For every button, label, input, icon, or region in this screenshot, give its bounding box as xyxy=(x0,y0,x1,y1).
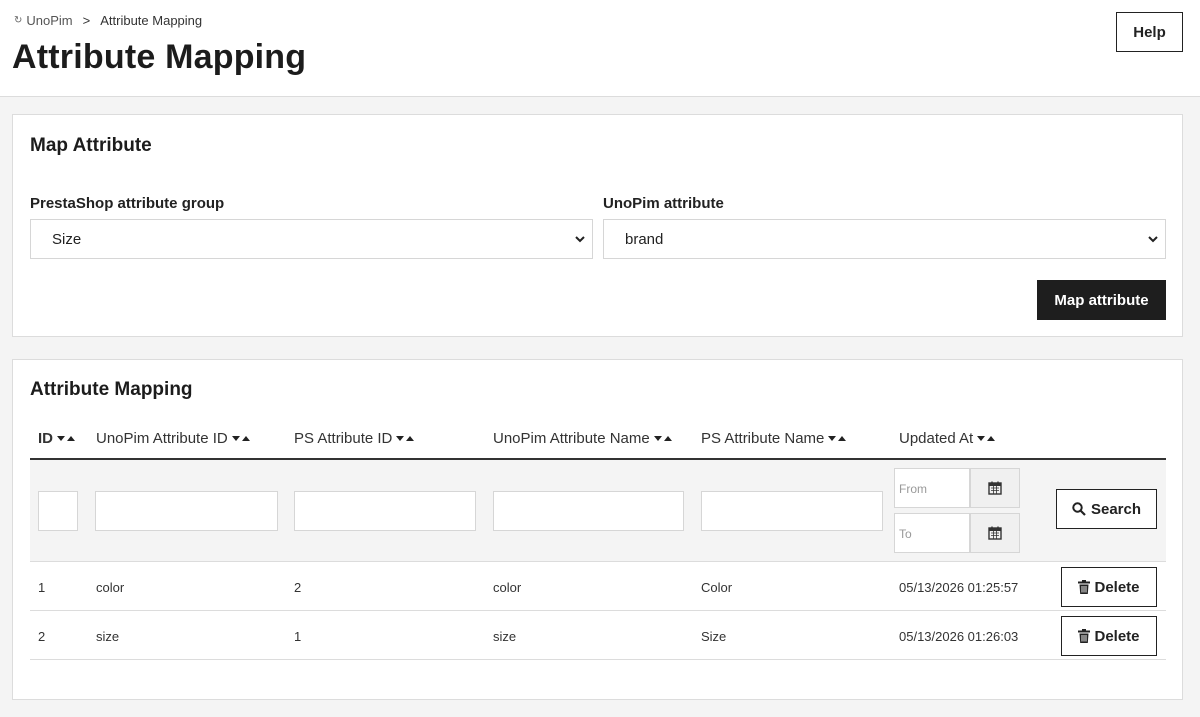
sort-arrows-icon[interactable] xyxy=(653,435,672,443)
attribute-mapping-card: Attribute Mapping ID UnoPim Attribute ID… xyxy=(12,359,1183,700)
unopim-attribute-select[interactable]: brand xyxy=(603,219,1166,259)
cell-id: 2 xyxy=(38,629,46,644)
column-header-updated-at[interactable]: Updated At xyxy=(899,430,996,447)
sort-arrows-icon[interactable] xyxy=(57,435,75,443)
sort-arrows-icon[interactable] xyxy=(231,435,250,443)
column-header-ps-attribute-id[interactable]: PS Attribute ID xyxy=(294,430,415,447)
search-icon xyxy=(1072,502,1086,516)
cell-updated-at: 05/13/2026 01:25:57 xyxy=(899,580,1019,595)
filter-ps-attribute-id-input[interactable] xyxy=(294,491,476,531)
filter-ps-attribute-name-input[interactable] xyxy=(701,491,883,531)
cell-unopim-attribute-id: color xyxy=(96,580,125,595)
column-header-unopim-attribute-name[interactable]: UnoPim Attribute Name xyxy=(493,430,672,447)
delete-button[interactable]: Delete xyxy=(1061,567,1157,607)
breadcrumb: ↻ UnoPim > Attribute Mapping xyxy=(14,13,202,28)
page-title: Attribute Mapping xyxy=(12,38,307,76)
unopim-attribute-value: brand xyxy=(625,231,664,248)
cell-updated-at: 05/13/2026 01:26:03 xyxy=(899,629,1019,644)
help-button[interactable]: Help xyxy=(1116,12,1183,52)
calendar-from-button[interactable] xyxy=(970,468,1020,508)
table-row: 2 size 1 size Size 05/13/2026 01:26:03 D… xyxy=(30,611,1166,660)
cell-ps-attribute-name: Color xyxy=(701,580,733,595)
unopim-attribute-label: UnoPim attribute xyxy=(603,195,724,212)
map-attribute-button[interactable]: Map attribute xyxy=(1037,280,1166,320)
map-attribute-card: Map Attribute PrestaShop attribute group… xyxy=(12,114,1183,337)
cell-unopim-attribute-name: color xyxy=(493,580,522,595)
trash-icon xyxy=(1078,580,1091,594)
calendar-icon xyxy=(988,526,1002,540)
chevron-down-icon xyxy=(1148,236,1158,243)
cell-id: 1 xyxy=(38,580,46,595)
filter-date-to-input[interactable]: To xyxy=(894,513,970,553)
prestashop-group-label: PrestaShop attribute group xyxy=(30,195,225,212)
map-attribute-title: Map Attribute xyxy=(30,135,152,156)
cell-ps-attribute-name: Size xyxy=(701,629,727,644)
breadcrumb-home-link[interactable]: UnoPim xyxy=(26,13,72,28)
filter-id-input[interactable] xyxy=(38,491,78,531)
search-button[interactable]: Search xyxy=(1056,489,1157,529)
sync-icon: ↻ xyxy=(14,15,23,26)
cell-unopim-attribute-name: size xyxy=(493,629,517,644)
column-header-unopim-attribute-id[interactable]: UnoPim Attribute ID xyxy=(96,430,250,447)
cell-unopim-attribute-id: size xyxy=(96,629,120,644)
filter-row: From To Search xyxy=(30,460,1166,562)
delete-button[interactable]: Delete xyxy=(1061,616,1157,656)
column-header-id[interactable]: ID xyxy=(38,430,75,447)
filter-unopim-attribute-name-input[interactable] xyxy=(493,491,684,531)
cell-ps-attribute-id: 1 xyxy=(294,629,302,644)
cell-ps-attribute-id: 2 xyxy=(294,580,302,595)
calendar-to-button[interactable] xyxy=(970,513,1020,553)
page-header: ↻ UnoPim > Attribute Mapping Attribute M… xyxy=(0,0,1200,97)
sort-arrows-icon[interactable] xyxy=(977,435,996,443)
prestashop-group-value: Size xyxy=(52,231,82,248)
sort-arrows-icon[interactable] xyxy=(396,435,415,443)
table-row: 1 color 2 color Color 05/13/2026 01:25:5… xyxy=(30,562,1166,611)
attribute-mapping-title: Attribute Mapping xyxy=(30,379,193,400)
calendar-icon xyxy=(988,481,1002,495)
trash-icon xyxy=(1078,629,1091,643)
column-header-ps-attribute-name[interactable]: PS Attribute Name xyxy=(701,430,847,447)
breadcrumb-separator: > xyxy=(82,13,91,28)
sort-arrows-icon[interactable] xyxy=(828,435,847,443)
chevron-down-icon xyxy=(575,236,585,243)
filter-date-from-input[interactable]: From xyxy=(894,468,970,508)
filter-unopim-attribute-id-input[interactable] xyxy=(95,491,278,531)
prestashop-group-select[interactable]: Size xyxy=(30,219,593,259)
breadcrumb-current: Attribute Mapping xyxy=(100,13,203,28)
